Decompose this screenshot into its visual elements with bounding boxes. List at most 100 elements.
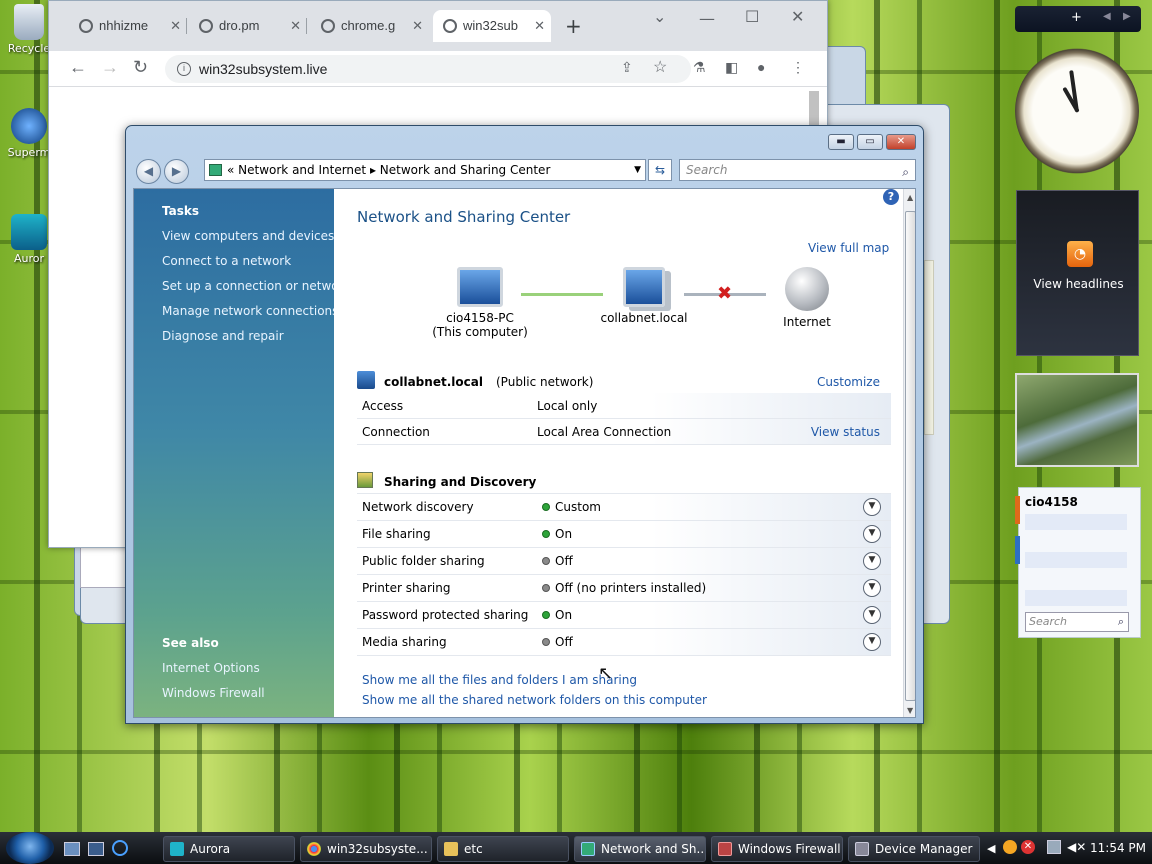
side-panel-icon[interactable]: ◧ [725, 59, 738, 76]
tab-dro-pm[interactable]: dro.pm ✕ [189, 10, 307, 42]
extension-icon[interactable]: ⚗ [693, 59, 706, 76]
back-button[interactable]: ◀ [136, 159, 161, 184]
map-node-internet[interactable]: Internet [752, 267, 862, 329]
taskbar-item-network-sharing[interactable]: Network and Sh... [574, 836, 706, 862]
scroll-up-icon[interactable]: ▲ [907, 193, 913, 202]
help-icon[interactable]: ? [883, 189, 899, 205]
sharing-row-network-discovery[interactable]: Network discovery Custom ▼ [357, 494, 891, 521]
close-icon[interactable]: ✕ [290, 10, 301, 42]
info-icon[interactable]: i [177, 62, 191, 76]
desktop-icon-superm[interactable]: Superm [4, 108, 54, 159]
close-icon[interactable]: ✕ [534, 10, 545, 42]
chevron-down-icon[interactable]: ▼ [863, 579, 881, 597]
network-tray-icon[interactable] [1047, 840, 1061, 854]
taskbar-item-chrome[interactable]: win32subsyste... [300, 836, 432, 862]
breadcrumb-item[interactable]: Network and Internet [238, 163, 366, 177]
rss-gadget[interactable]: ◔ View headlines [1016, 190, 1139, 356]
view-full-map-link[interactable]: View full map [808, 241, 889, 255]
taskbar-item-firewall[interactable]: Windows Firewall [711, 836, 843, 862]
globe-icon [785, 267, 829, 311]
chevron-down-icon[interactable]: ▼ [863, 633, 881, 651]
map-node-network[interactable]: collabnet.local [589, 267, 699, 325]
sharing-row-password[interactable]: Password protected sharing On ▼ [357, 602, 891, 629]
tab-win32sub[interactable]: win32sub ✕ [433, 10, 551, 42]
contact-row[interactable] [1025, 514, 1127, 530]
chevron-down-icon[interactable]: ▼ [863, 552, 881, 570]
chevron-left-icon[interactable]: ◀ [987, 842, 995, 855]
refresh-button[interactable]: ⇆ [648, 159, 672, 181]
dropdown-arrow-icon[interactable]: ▼ [634, 160, 641, 180]
minimize-button[interactable]: ▬ [828, 134, 854, 150]
chevron-down-icon[interactable]: ▼ [863, 498, 881, 516]
internet-explorer-icon[interactable] [112, 840, 128, 856]
sharing-row-file-sharing[interactable]: File sharing On ▼ [357, 521, 891, 548]
map-node-computer[interactable]: cio4158-PC (This computer) [425, 267, 535, 339]
slideshow-gadget[interactable] [1015, 373, 1139, 467]
search-icon[interactable]: ⌕ [1118, 613, 1124, 631]
tab-nhhizme[interactable]: nhhizme ✕ [69, 10, 187, 42]
task-manage-connections[interactable]: Manage network connections [162, 304, 338, 318]
sidebar-controls[interactable]: + ◀ ▶ [1015, 6, 1141, 32]
back-arrow-icon[interactable]: ← [69, 57, 87, 78]
taskbar-item-aurora[interactable]: Aurora [163, 836, 295, 862]
customize-link[interactable]: Customize [817, 375, 880, 389]
address-breadcrumb[interactable]: « Network and Internet ▸ Network and Sha… [204, 159, 646, 181]
show-shared-files-link[interactable]: Show me all the files and folders I am s… [362, 673, 637, 687]
start-button[interactable] [6, 832, 54, 864]
profile-icon[interactable]: ● [757, 59, 765, 75]
sharing-row-public-folder[interactable]: Public folder sharing Off ▼ [357, 548, 891, 575]
task-setup-connection[interactable]: Set up a connection or network [162, 279, 350, 293]
contact-search-input[interactable]: Search ⌕ [1025, 612, 1129, 632]
taskbar-item-device-manager[interactable]: Device Manager [848, 836, 980, 862]
clock-time[interactable]: 11:54 PM [1090, 841, 1146, 855]
search-input[interactable]: Search ⌕ [679, 159, 916, 181]
add-gadget-icon[interactable]: + [1071, 10, 1082, 25]
link-windows-firewall[interactable]: Windows Firewall [162, 686, 265, 700]
tray-icon[interactable] [1003, 840, 1017, 854]
show-desktop-icon[interactable] [64, 842, 80, 856]
chevron-right-icon[interactable]: ▶ [1123, 11, 1131, 22]
contact-row[interactable] [1025, 552, 1127, 568]
desktop-icon-aurora[interactable]: Auror [4, 214, 54, 265]
scroll-thumb[interactable] [905, 211, 915, 701]
chevron-down-icon[interactable]: ⌄ [653, 7, 666, 26]
task-view-computers[interactable]: View computers and devices [162, 229, 334, 243]
close-icon[interactable]: ✕ [170, 10, 181, 42]
show-shared-folders-link[interactable]: Show me all the shared network folders o… [362, 693, 707, 707]
desktop-icon-recycle-bin[interactable]: Recycle [4, 4, 54, 55]
star-icon[interactable]: ☆ [653, 57, 667, 77]
sharing-row-printer[interactable]: Printer sharing Off (no printers install… [357, 575, 891, 602]
new-tab-button[interactable]: + [565, 14, 582, 38]
chevron-down-icon[interactable]: ▼ [863, 606, 881, 624]
menu-kebab-icon[interactable]: ⋮ [791, 59, 805, 76]
close-window-button[interactable]: ✕ [791, 7, 804, 26]
task-connect-network[interactable]: Connect to a network [162, 254, 291, 268]
taskbar-item-etc[interactable]: etc [437, 836, 569, 862]
maximize-button[interactable]: ▭ [857, 134, 883, 150]
view-status-link[interactable]: View status [811, 419, 880, 445]
switch-windows-icon[interactable] [88, 842, 104, 856]
close-window-button[interactable]: ✕ [886, 134, 916, 150]
forward-arrow-icon[interactable]: → [101, 57, 119, 78]
sharing-row-media[interactable]: Media sharing Off ▼ [357, 629, 891, 656]
reload-icon[interactable]: ↻ [133, 57, 148, 78]
link-internet-options[interactable]: Internet Options [162, 661, 260, 675]
scroll-down-icon[interactable]: ▼ [907, 706, 913, 715]
breadcrumb-item[interactable]: Network and Sharing Center [380, 163, 551, 177]
tab-chrome-g[interactable]: chrome.g ✕ [311, 10, 429, 42]
security-alert-icon[interactable]: ✕ [1021, 840, 1035, 854]
close-icon[interactable]: ✕ [412, 10, 423, 42]
contact-row[interactable] [1025, 590, 1127, 606]
volume-muted-icon[interactable]: ◀✕ [1067, 840, 1086, 854]
minimize-button[interactable]: — [699, 9, 715, 28]
chevron-down-icon[interactable]: ▼ [863, 525, 881, 543]
vertical-scrollbar[interactable]: ▲ ▼ [903, 189, 915, 717]
maximize-button[interactable]: ☐ [745, 7, 759, 26]
chevron-left-icon[interactable]: ◀ [1103, 11, 1111, 22]
forward-button[interactable]: ▶ [164, 159, 189, 184]
search-icon[interactable]: ⌕ [902, 162, 909, 182]
share-icon[interactable]: ⇪ [621, 59, 633, 76]
contact-name[interactable]: cio4158 [1025, 495, 1078, 509]
task-diagnose-repair[interactable]: Diagnose and repair [162, 329, 284, 343]
address-bar[interactable]: i win32subsystem.live [165, 55, 691, 83]
